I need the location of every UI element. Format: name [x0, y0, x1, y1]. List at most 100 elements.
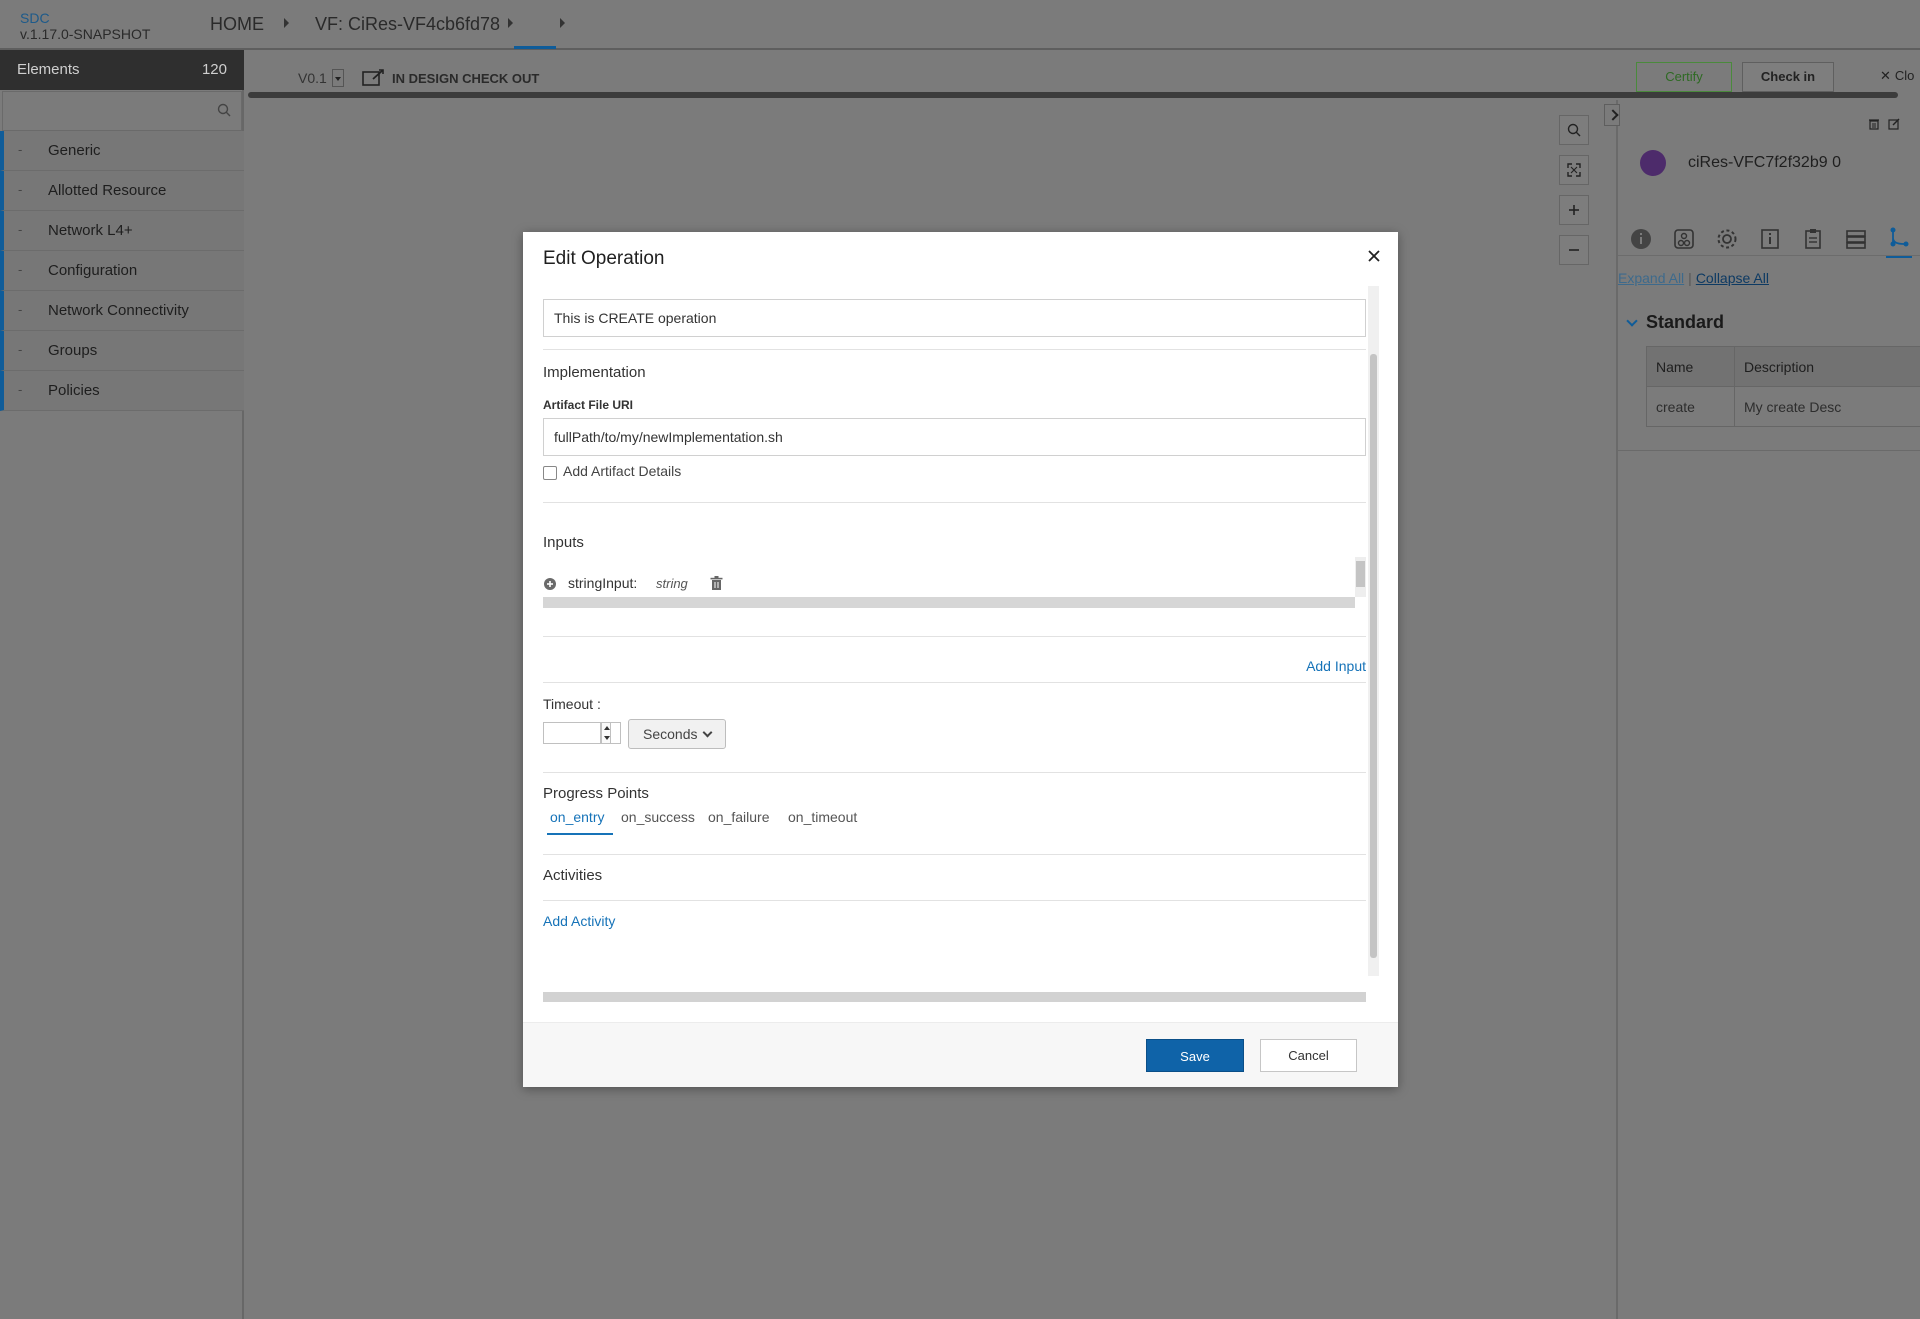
input-name: stringInput:: [568, 575, 638, 591]
divider: [543, 349, 1366, 350]
edit-icon[interactable]: [1888, 118, 1900, 130]
collapse-all-link[interactable]: Collapse All: [1696, 270, 1769, 286]
tab-on-failure[interactable]: on_failure: [708, 809, 770, 825]
table-row[interactable]: create My create Desc: [1646, 386, 1920, 427]
palette-category[interactable]: - Groups: [0, 331, 244, 371]
trash-icon[interactable]: [1868, 118, 1880, 130]
timeout-stepper[interactable]: [601, 722, 611, 744]
tab-properties[interactable]: [1714, 226, 1740, 252]
canvas-search-button[interactable]: [1559, 115, 1589, 145]
input-type: string: [656, 576, 688, 591]
breadcrumb-home[interactable]: HOME: [210, 14, 264, 35]
edit-operation-modal: Edit Operation This is CREATE operation …: [523, 232, 1398, 1087]
category-label: Policies: [48, 382, 100, 399]
details-panel: ciRes-VFC7f2f32b9 0 Expand All | Collapse …: [1604, 100, 1920, 1319]
tab-deployment-artifacts[interactable]: [1671, 226, 1697, 252]
timeout-input[interactable]: [543, 722, 601, 744]
canvas-horizontal-scrollbar[interactable]: [248, 92, 1898, 98]
artifact-uri-field[interactable]: fullPath/to/my/newImplementation.sh: [543, 418, 1366, 456]
palette-category[interactable]: - Policies: [0, 371, 244, 411]
checkin-button[interactable]: Check in: [1742, 62, 1834, 92]
palette-category[interactable]: - Network L4+: [0, 211, 244, 251]
palette-category[interactable]: - Allotted Resource: [0, 171, 244, 211]
add-artifact-details-label[interactable]: Add Artifact Details: [563, 463, 681, 479]
expand-all-link[interactable]: Expand All: [1618, 270, 1684, 286]
divider: [543, 854, 1366, 855]
palette-count: 120: [201, 61, 227, 78]
chevron-right-icon[interactable]: [508, 18, 513, 28]
palette-search-input[interactable]: [2, 91, 242, 131]
tab-on-timeout[interactable]: on_timeout: [788, 809, 857, 825]
chevron-right-icon[interactable]: [560, 18, 565, 28]
collapse-icon: -: [18, 342, 23, 357]
divider: [543, 900, 1366, 901]
add-activity-link[interactable]: Add Activity: [543, 913, 615, 929]
inputs-horizontal-scrollbar[interactable]: [543, 597, 1355, 608]
description-field[interactable]: This is CREATE operation: [543, 299, 1366, 337]
checkout-status-icon: [362, 69, 386, 87]
version-label: V0.1: [298, 70, 327, 86]
divider: [543, 502, 1366, 503]
category-label: Groups: [48, 342, 98, 359]
table-header-row: Name Description: [1646, 346, 1920, 387]
scrollbar-thumb[interactable]: [1370, 354, 1377, 958]
tab-information-artifacts[interactable]: [1757, 226, 1783, 252]
inputs-vertical-scrollbar[interactable]: [1355, 557, 1366, 597]
modal-horizontal-scrollbar[interactable]: [543, 992, 1366, 1002]
save-button[interactable]: Save: [1146, 1039, 1244, 1072]
list-item: stringInput: string: [543, 574, 1366, 596]
panel-actions: [1868, 118, 1900, 130]
certify-button[interactable]: Certify: [1636, 62, 1732, 92]
close-button[interactable]: ✕ Clo: [1880, 68, 1914, 84]
scrollbar-thumb[interactable]: [1356, 561, 1365, 587]
chevron-right-icon: [284, 18, 289, 28]
app-version: v.1.17.0-SNAPSHOT: [20, 26, 151, 42]
close-label: Clo: [1894, 68, 1915, 83]
active-tab-indicator: [547, 833, 613, 835]
palette-category[interactable]: - Network Connectivity: [0, 291, 244, 331]
add-artifact-details-checkbox[interactable]: [543, 466, 557, 480]
zoom-in-button[interactable]: [1559, 195, 1589, 225]
operation-description-cell: My create Desc: [1734, 386, 1920, 427]
version-dropdown[interactable]: [332, 69, 344, 87]
tab-general-info[interactable]: [1628, 226, 1654, 252]
breadcrumb-resource[interactable]: VF: CiRes-VF4cb6fd78: [315, 14, 500, 35]
tab-interfaces[interactable]: [1886, 224, 1912, 258]
palette-category[interactable]: - Configuration: [0, 251, 244, 291]
cancel-button[interactable]: Cancel: [1260, 1039, 1357, 1072]
implementation-label: Implementation: [543, 364, 646, 381]
modal-vertical-scrollbar[interactable]: [1368, 286, 1379, 976]
zoom-fit-button[interactable]: [1559, 155, 1589, 185]
tab-composition[interactable]: [1843, 226, 1869, 252]
operation-name-cell[interactable]: create: [1646, 386, 1735, 427]
breadcrumb-active-indicator: [514, 46, 556, 49]
close-icon[interactable]: [1364, 246, 1384, 266]
tab-on-success[interactable]: on_success: [621, 809, 695, 825]
search-icon: [1567, 123, 1581, 137]
search-icon[interactable]: [217, 103, 231, 117]
instance-avatar: [1640, 150, 1666, 176]
divider: [1618, 450, 1920, 451]
activities-label: Activities: [543, 867, 603, 884]
timeout-stepper-edge: [611, 722, 621, 744]
trash-icon[interactable]: [710, 576, 723, 591]
top-bar: SDC v.1.17.0-SNAPSHOT HOME VF: CiRes-VF4…: [0, 0, 1920, 50]
gear-icon: [1717, 229, 1737, 249]
chevron-down-icon: [1626, 315, 1638, 327]
zoom-out-button[interactable]: [1559, 235, 1589, 265]
palette-category[interactable]: - Generic: [0, 131, 244, 171]
section-title: Standard: [1646, 312, 1725, 332]
chevron-down-icon: [702, 727, 713, 738]
timeout-unit-select[interactable]: Seconds: [628, 719, 726, 749]
tab-requirements[interactable]: [1800, 226, 1826, 252]
add-input-link[interactable]: Add Input: [1306, 658, 1366, 674]
panel-collapse-toggle[interactable]: [1604, 104, 1620, 126]
artifact-uri-label: Artifact File URI: [543, 398, 634, 412]
tab-on-entry[interactable]: on_entry: [550, 809, 604, 825]
app-brand[interactable]: SDC v.1.17.0-SNAPSHOT: [20, 10, 150, 42]
modal-footer: Save Cancel: [523, 1022, 1398, 1087]
plus-circle-icon[interactable]: [543, 577, 557, 591]
interfaces-icon: [1890, 227, 1909, 247]
interface-section-header[interactable]: Standard: [1626, 312, 1725, 333]
expand-collapse-links: Expand All | Collapse All: [1618, 270, 1769, 286]
